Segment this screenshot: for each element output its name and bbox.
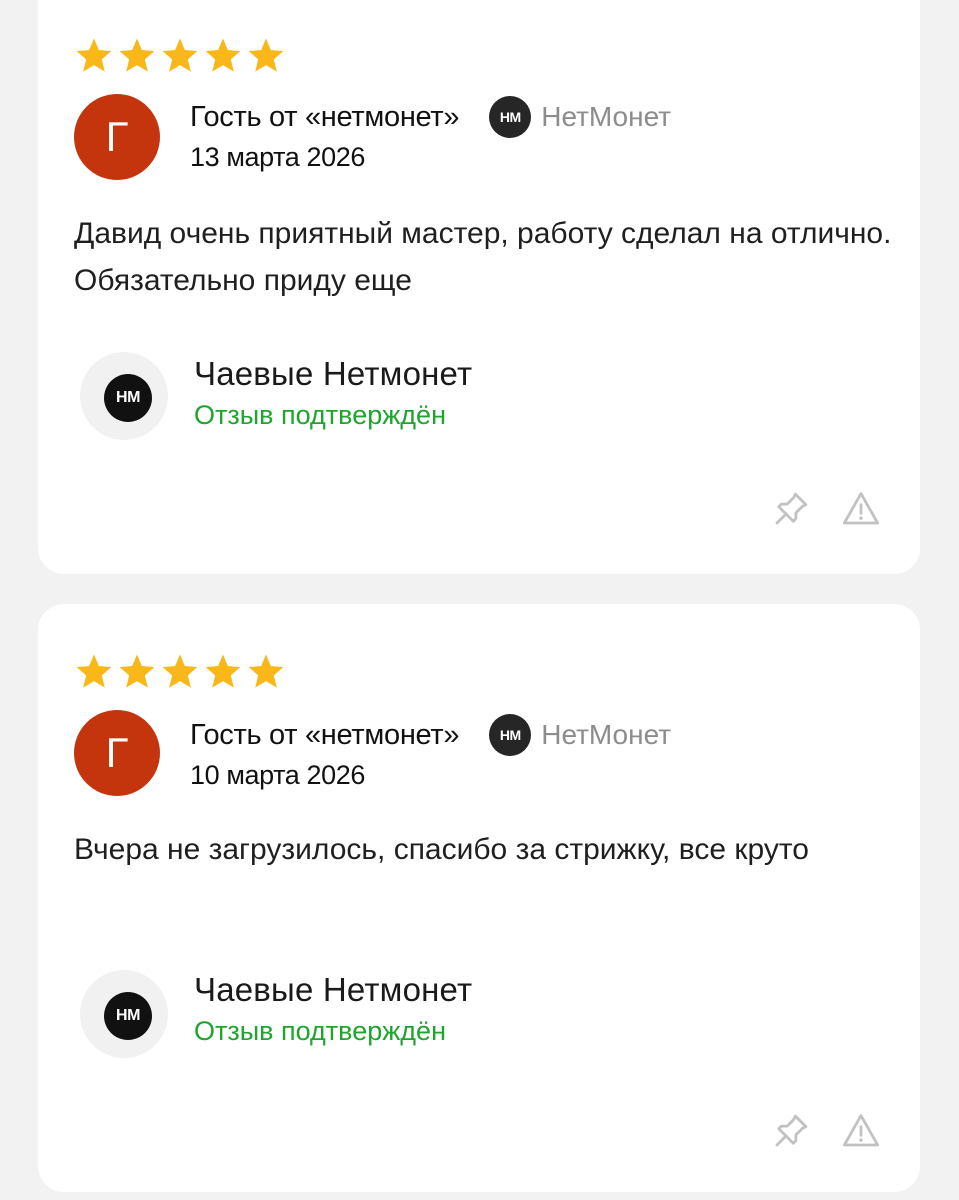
source-badge: НМ НетМонет [489,714,671,756]
netmonet-logo-icon: НМ [489,96,532,138]
star-icon [119,38,155,72]
org-block: Чаевые Нетмонет Отзыв подтверждён [194,354,472,432]
review-card: Г Гость от «нетмонет» НМ НетМонет 13 мар… [38,0,920,574]
star-icon [76,38,112,72]
rating-stars [74,36,286,76]
star-icon [248,38,284,72]
star-icon [119,654,155,688]
author-name[interactable]: Гость от «нетмонет» [190,101,460,134]
warning-icon[interactable] [840,488,882,530]
star-icon [76,654,112,688]
review-date: 13 марта 2026 [190,142,365,172]
netmonet-logo-icon: НМ [104,374,152,422]
review-actions [770,1110,882,1152]
rating-stars [74,652,286,692]
netmonet-logo-icon: НМ [104,992,152,1040]
source-name: НетМонет [541,101,672,132]
author-row: Гость от «нетмонет» НМ НетМонет [190,714,671,756]
author-block: Гость от «нетмонет» НМ НетМонет 10 марта… [190,714,671,791]
author-row: Гость от «нетмонет» НМ НетМонет [190,96,671,138]
star-icon [205,38,241,72]
netmonet-logo-icon: НМ [489,714,532,756]
pin-icon[interactable] [770,1110,812,1152]
warning-icon[interactable] [840,1110,882,1152]
author-block: Гость от «нетмонет» НМ НетМонет 13 марта… [190,96,671,173]
star-icon [162,654,198,688]
review-text: Вчера не загрузилось, спасибо за стрижку… [74,833,809,866]
author-name[interactable]: Гость от «нетмонет» [190,719,460,752]
org-avatar[interactable]: НМ [80,352,168,440]
org-name[interactable]: Чаевые Нетмонет [194,970,472,1010]
review-card: Г Гость от «нетмонет» НМ НетМонет 10 мар… [38,604,920,1192]
review-date: 10 марта 2026 [190,760,365,790]
verified-status: Отзыв подтверждён [194,400,446,430]
verified-status: Отзыв подтверждён [194,1016,446,1046]
org-name[interactable]: Чаевые Нетмонет [194,354,472,394]
review-actions [770,488,882,530]
pin-icon[interactable] [770,488,812,530]
avatar[interactable]: Г [74,94,160,180]
star-icon [205,654,241,688]
review-text: Давид очень приятный мастер, работу сдел… [74,217,892,297]
source-badge: НМ НетМонет [489,96,671,138]
org-avatar[interactable]: НМ [80,970,168,1058]
star-icon [248,654,284,688]
avatar[interactable]: Г [74,710,160,796]
source-name: НетМонет [541,719,672,750]
org-block: Чаевые Нетмонет Отзыв подтверждён [194,970,472,1048]
star-icon [162,38,198,72]
